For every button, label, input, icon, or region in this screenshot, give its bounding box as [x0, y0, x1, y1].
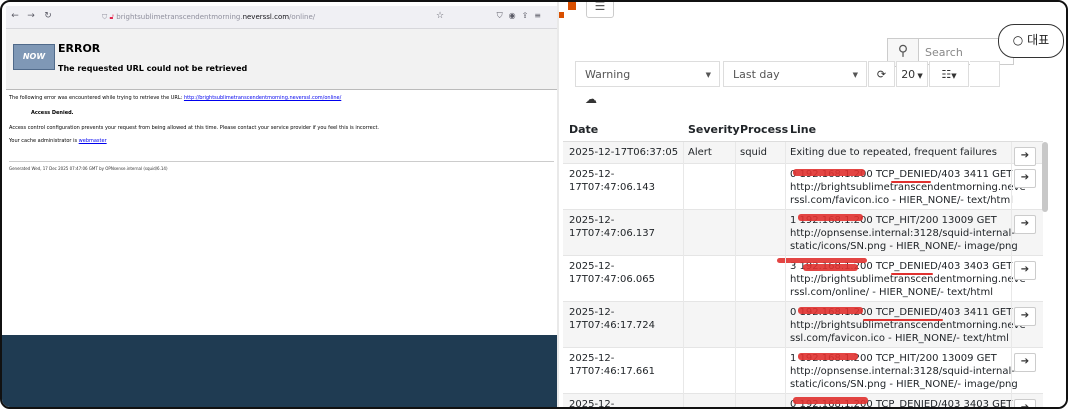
columns-select[interactable]: ☷▼: [929, 61, 969, 87]
page-size-value: 20: [901, 68, 916, 81]
redaction-mark: [793, 169, 865, 176]
table-row: 2025-12- 17T07:47:06.065 3 192.168.1.200 …: [563, 256, 1043, 302]
column-divider: [785, 142, 786, 407]
representative-button[interactable]: ○ 대표: [998, 24, 1064, 58]
error-subtitle: The requested URL could not be retrieved: [58, 64, 248, 73]
row-date: 2025-12- 17T07:46:17.661: [569, 353, 656, 377]
browser-toolbar: ← → ↻ ⛉ 🔓︎ brightsublimetranscendentmorn…: [6, 6, 557, 29]
table-row: 2025-12- 17T07:47:06.137 1 192.168.1.200 …: [563, 210, 1043, 256]
table-row: 2025-12- 0 192.168.1.200 TCP_DENIED/403 …: [563, 394, 1043, 409]
brand-mark-small: [559, 12, 564, 18]
arrow-right-icon[interactable]: ➔: [1014, 261, 1036, 280]
browser-extension-icons[interactable]: ⛉◉⇪≡: [497, 11, 547, 21]
arrow-right-icon[interactable]: ➔: [1014, 307, 1036, 326]
dark-background: [2, 335, 557, 407]
circle-icon: ○: [1012, 33, 1024, 47]
chevron-down-icon: ▼: [705, 71, 711, 79]
error-header: NOW ERROR The requested URL could not be…: [6, 29, 557, 90]
time-range-select[interactable]: Last day ▼: [723, 61, 867, 87]
arrow-right-icon[interactable]: ➔: [1014, 353, 1036, 372]
refresh-icon: ⟳: [876, 68, 887, 81]
arrow-right-icon[interactable]: ➔: [1014, 215, 1036, 234]
col-line[interactable]: Line: [790, 123, 816, 136]
col-process[interactable]: Process: [740, 123, 788, 136]
arrow-right-icon[interactable]: ➔: [1014, 399, 1036, 407]
row-date: 2025-12- 17T07:47:06.065: [569, 261, 656, 285]
row-date: 2025-12- 17T07:46:17.724: [569, 307, 656, 331]
representative-label: 대표: [1027, 33, 1050, 47]
table-scrollbar[interactable]: [1042, 142, 1048, 212]
error-explanation: Access control configuration prevents yo…: [9, 125, 380, 131]
column-divider: [735, 142, 736, 407]
divider: [9, 161, 554, 162]
url-prefix: brightsublimetranscendentmorning.: [116, 13, 243, 21]
underline-mark: [891, 273, 933, 275]
address-bar[interactable]: ⛉ 🔓︎ brightsublimetranscendentmorning.ne…: [102, 10, 462, 24]
severity-value: Warning: [585, 68, 631, 81]
redaction-mark: [803, 264, 858, 271]
list-icon: ☷: [941, 68, 952, 81]
webmaster-link[interactable]: webmaster: [79, 138, 107, 144]
chevron-down-icon: ▼: [852, 71, 858, 79]
cache-admin-line: Your cache administrator is webmaster: [9, 138, 107, 144]
arrow-right-icon[interactable]: ➔: [1014, 169, 1036, 188]
menu-toggle-button[interactable]: ☰: [586, 2, 614, 18]
error-url-link[interactable]: http://brightsublimetranscendentmorning.…: [184, 95, 341, 101]
toolbar-spacer: [970, 61, 1000, 87]
log-panel: ☰ ⚲ Search ○ 대표 Warning ▼ Last day ▼ ⟳ 20 …: [559, 2, 1066, 409]
back-icon[interactable]: ←: [10, 11, 20, 21]
error-title: ERROR: [58, 42, 101, 55]
row-date: 2025-12- 17T07:47:06.137: [569, 215, 656, 239]
redaction-mark: [798, 353, 858, 360]
refresh-button[interactable]: ⟳: [868, 61, 895, 87]
row-line: Exiting due to repeated, frequent failur…: [790, 147, 997, 158]
table-header: Date Severity Process Line: [563, 119, 1043, 143]
row-date: 2025-12-: [569, 399, 615, 409]
page-size-select[interactable]: 20 ▼: [896, 61, 928, 87]
forward-icon[interactable]: →: [26, 11, 36, 21]
table-row: 2025-12- 17T07:46:17.724 0 192.168.1.200 …: [563, 302, 1043, 348]
redaction-mark: [798, 214, 863, 221]
row-date: 2025-12-17T06:37:05: [569, 147, 679, 158]
row-severity: Alert: [688, 147, 712, 158]
table-row: 2025-12- 17T07:47:06.143 0 192.168.1.200 …: [563, 164, 1043, 210]
table-row: 2025-12-17T06:37:05 Alert squid Exiting …: [563, 142, 1043, 166]
bookmark-star-icon[interactable]: ☆: [436, 11, 444, 21]
time-range-value: Last day: [733, 68, 780, 81]
url-path: /online/: [289, 13, 316, 21]
underline-mark: [863, 319, 943, 321]
url-host: neverssl.com: [242, 13, 290, 21]
download-icon[interactable]: ☁: [576, 88, 606, 110]
column-divider: [1011, 142, 1012, 407]
col-severity[interactable]: Severity: [688, 123, 740, 136]
generated-footer: Generated Wed, 17 Dec 2025 07:47:06 GMT …: [9, 166, 168, 171]
insecure-lock-icon: 🔓︎: [109, 13, 115, 21]
col-date[interactable]: Date: [569, 123, 598, 136]
row-date: 2025-12- 17T07:47:06.143: [569, 169, 656, 193]
severity-select[interactable]: Warning ▼: [575, 61, 720, 87]
redaction-mark: [793, 397, 868, 404]
redaction-mark: [777, 258, 867, 263]
shield-icon: ⛉: [102, 13, 108, 21]
chevron-down-icon: ▼: [915, 72, 923, 80]
access-denied-text: Access Denied.: [31, 110, 74, 116]
reload-icon[interactable]: ↻: [43, 11, 53, 21]
screenshot-frame: ← → ↻ ⛉ 🔓︎ brightsublimetranscendentmorn…: [0, 0, 1068, 409]
error-line-url: The following error was encountered whil…: [9, 95, 342, 101]
brand-mark: [568, 2, 576, 10]
squid-logo-icon: NOW: [13, 44, 55, 70]
chevron-down-icon: ▼: [951, 72, 957, 80]
redaction-mark: [798, 307, 863, 314]
column-divider: [683, 142, 684, 407]
row-process: squid: [740, 147, 768, 158]
underline-mark: [891, 181, 931, 183]
table-row: 2025-12- 17T07:46:17.661 1 192.168.1.200 …: [563, 348, 1043, 394]
